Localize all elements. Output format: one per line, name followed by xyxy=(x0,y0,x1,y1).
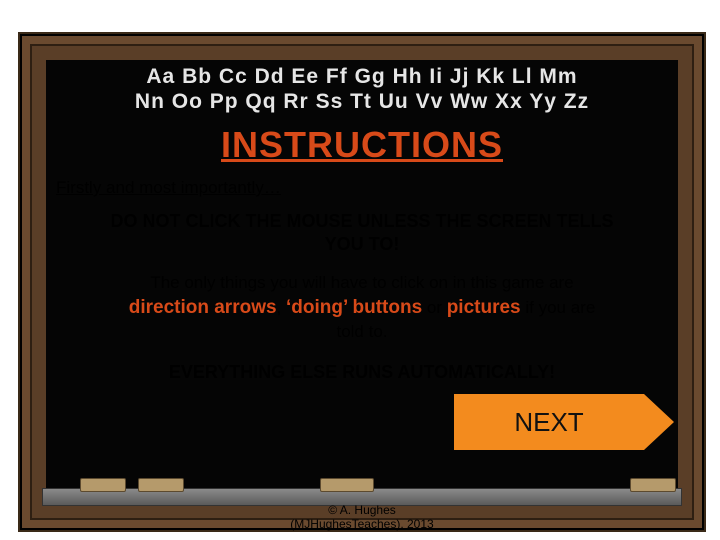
lead-text: Firstly and most importantly… xyxy=(56,178,281,198)
highlight-doing-buttons: ‘doing’ buttons xyxy=(286,297,422,318)
rule-primary: DO NOT CLICK THE MOUSE UNLESS THE SCREEN… xyxy=(46,210,678,257)
eraser-icon xyxy=(320,478,374,492)
rule2-post1: if you are xyxy=(521,298,596,317)
eraser-icon xyxy=(138,478,184,492)
eraser-icon xyxy=(80,478,126,492)
alphabet-strip: Aa Bb Cc Dd Ee Ff Gg Hh Ii Jj Kk Ll Mm N… xyxy=(54,64,670,114)
rule-auto: EVERYTHING ELSE RUNS AUTOMATICALLY! xyxy=(46,362,678,383)
highlight-pictures: pictures xyxy=(447,297,521,318)
alphabet-row-2: Nn Oo Pp Qq Rr Ss Tt Uu Vv Ww Xx Yy Zz xyxy=(54,89,670,114)
rule-secondary: The only things you will have to click o… xyxy=(46,272,678,344)
copyright-text: © A. Hughes (MJHughesTeaches), 2013 xyxy=(20,504,704,532)
page-title: INSTRUCTIONS xyxy=(46,124,678,166)
chalkboard: Aa Bb Cc Dd Ee Ff Gg Hh Ii Jj Kk Ll Mm N… xyxy=(46,60,678,500)
next-button[interactable]: NEXT xyxy=(454,394,644,450)
rule2-mid: or xyxy=(422,298,447,317)
rule2-sep1: , xyxy=(277,298,286,317)
eraser-icon xyxy=(630,478,676,492)
next-button-label: NEXT xyxy=(514,407,583,438)
alphabet-row-1: Aa Bb Cc Dd Ee Ff Gg Hh Ii Jj Kk Ll Mm xyxy=(54,64,670,89)
chalkboard-frame: Aa Bb Cc Dd Ee Ff Gg Hh Ii Jj Kk Ll Mm N… xyxy=(18,32,706,532)
rule2-post2: told to. xyxy=(336,322,387,341)
rule2-pre: The only things you will have to click o… xyxy=(150,273,573,292)
credit-line1: © A. Hughes xyxy=(328,503,396,517)
credit-line2: (MJHughesTeaches), 2013 xyxy=(290,517,433,531)
highlight-direction-arrows: direction arrows xyxy=(129,297,277,318)
rule-primary-line1: DO NOT CLICK THE MOUSE UNLESS THE SCREEN… xyxy=(110,211,613,231)
rule-primary-line2: YOU TO! xyxy=(325,234,400,254)
